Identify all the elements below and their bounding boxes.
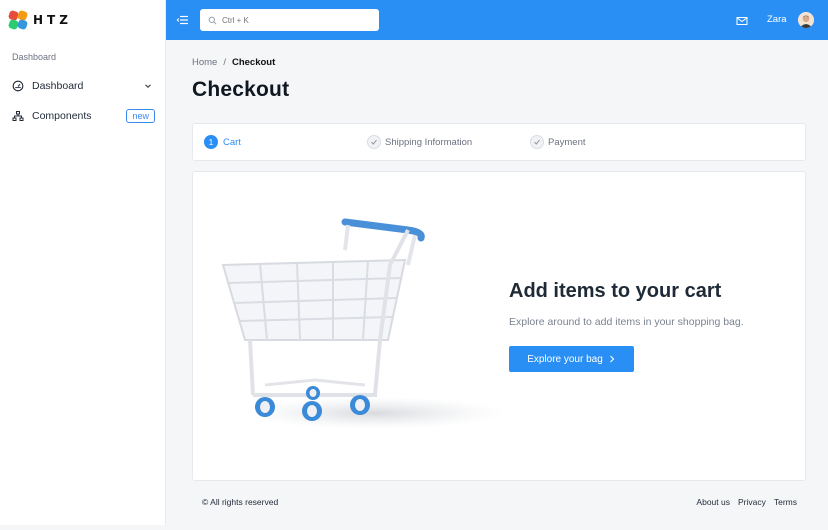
step-cart[interactable]: 1 Cart <box>204 135 241 149</box>
check-icon <box>367 135 381 149</box>
mail-icon[interactable] <box>736 14 748 26</box>
chevron-down-icon[interactable] <box>142 80 154 92</box>
brand-name: HTZ <box>33 13 72 27</box>
empty-cart-title: Add items to your cart <box>509 280 722 302</box>
new-badge: new <box>126 109 155 123</box>
footer-copyright: © All rights reserved <box>202 497 279 507</box>
footer-link-terms[interactable]: Terms <box>774 497 797 507</box>
step-label: Shipping Information <box>385 136 473 148</box>
page-title: Checkout <box>192 78 290 101</box>
step-number: 1 <box>204 135 218 149</box>
step-payment[interactable]: Payment <box>530 135 586 149</box>
search-box[interactable] <box>200 9 379 31</box>
footer-link-privacy[interactable]: Privacy <box>738 497 766 507</box>
brand-logo <box>7 9 29 31</box>
chevron-right-icon <box>609 355 615 363</box>
sitemap-icon <box>12 110 24 122</box>
breadcrumb-separator: / <box>223 57 226 68</box>
breadcrumb-home[interactable]: Home <box>192 57 217 68</box>
empty-cart-subtitle: Explore around to add items in your shop… <box>509 316 744 328</box>
gauge-icon <box>12 80 24 92</box>
check-icon <box>530 135 544 149</box>
menu-toggle-icon[interactable] <box>176 13 190 27</box>
search-input[interactable] <box>222 15 372 25</box>
shopping-cart-illustration <box>221 218 505 429</box>
avatar[interactable] <box>798 12 814 28</box>
sidebar-section-label: Dashboard <box>12 52 57 62</box>
sidebar: HTZ Dashboard Dashboard Components new <box>0 0 166 525</box>
sidebar-item-label: Components <box>32 110 92 122</box>
breadcrumb-current: Checkout <box>231 57 276 68</box>
sidebar-item-components[interactable]: Components new <box>12 106 158 126</box>
brand[interactable]: HTZ <box>7 9 72 31</box>
sidebar-item-dashboard[interactable]: Dashboard <box>12 76 158 96</box>
footer-links: About us Privacy Terms <box>696 497 797 507</box>
step-label: Payment <box>548 136 586 148</box>
explore-bag-label: Explore your bag <box>527 353 603 365</box>
breadcrumb: Home / Checkout <box>192 57 275 68</box>
sidebar-item-label: Dashboard <box>32 80 84 92</box>
step-shipping-information[interactable]: Shipping Information <box>367 135 472 149</box>
user-name[interactable]: Zara <box>767 14 787 25</box>
checkout-steps: 1 Cart Shipping Information Payment <box>192 123 806 161</box>
step-label: Cart <box>223 136 241 148</box>
search-icon <box>208 16 217 24</box>
explore-bag-button[interactable]: Explore your bag <box>509 346 634 372</box>
footer-link-about[interactable]: About us <box>696 497 730 507</box>
